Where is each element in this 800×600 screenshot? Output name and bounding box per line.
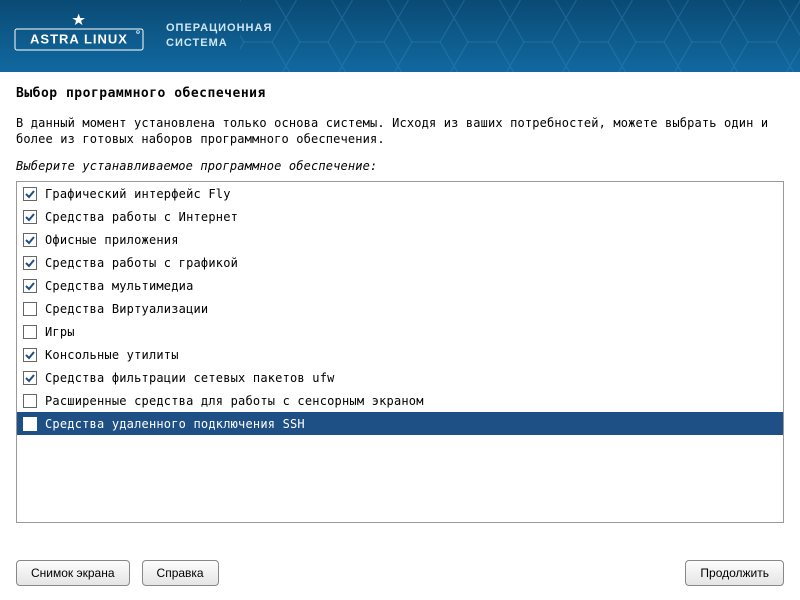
software-item-label: Графический интерфейс Fly [45,187,231,201]
checkbox-icon[interactable] [23,371,37,385]
software-item-label: Средства фильтрации сетевых пакетов ufw [45,371,335,385]
header-hex-pattern [240,0,800,72]
software-item[interactable]: Средства удаленного подключения SSH [17,412,783,435]
checkbox-icon[interactable] [23,187,37,201]
software-item[interactable]: Средства фильтрации сетевых пакетов ufw [17,366,783,389]
software-item-label: Средства работы с Интернет [45,210,238,224]
software-item[interactable]: Консольные утилиты [17,343,783,366]
software-item[interactable]: Расширенные средства для работы с сенсор… [17,389,783,412]
selection-prompt: Выберите устанавливаемое программное обе… [16,159,784,173]
software-item-label: Средства удаленного подключения SSH [45,417,305,431]
software-item-label: Средства работы с графикой [45,256,238,270]
page-title: Выбор программного обеспечения [16,86,784,101]
header-subtitle-line2: СИСТЕМА [166,36,272,51]
software-item[interactable]: Средства Виртуализации [17,297,783,320]
software-item-label: Средства Виртуализации [45,302,208,316]
software-item-label: Игры [45,325,75,339]
main-content: Выбор программного обеспечения В данный … [0,72,800,523]
header-subtitle: ОПЕРАЦИОННАЯ СИСТЕМА [166,21,272,51]
page-description: В данный момент установлена только основ… [16,115,784,147]
software-item[interactable]: Игры [17,320,783,343]
header-subtitle-line1: ОПЕРАЦИОННАЯ [166,21,272,36]
software-item-label: Расширенные средства для работы с сенсор… [45,394,424,408]
software-item[interactable]: Средства работы с графикой [17,251,783,274]
checkbox-icon[interactable] [23,210,37,224]
screenshot-button[interactable]: Снимок экрана [16,560,130,586]
checkbox-icon[interactable] [23,417,37,431]
svg-text:ASTRA LINUX: ASTRA LINUX [30,32,128,47]
software-list[interactable]: Графический интерфейс Fly Средства работы… [16,181,784,523]
checkbox-icon[interactable] [23,233,37,247]
checkbox-icon[interactable] [23,394,37,408]
checkbox-icon[interactable] [23,256,37,270]
software-item[interactable]: Средства мультимедиа [17,274,783,297]
software-item[interactable]: Графический интерфейс Fly [17,182,783,205]
footer-toolbar: Снимок экрана Справка Продолжить [16,560,784,586]
help-button[interactable]: Справка [142,560,219,586]
checkbox-icon[interactable] [23,325,37,339]
software-item-label: Средства мультимедиа [45,279,194,293]
software-item-label: Офисные приложения [45,233,179,247]
checkbox-icon[interactable] [23,302,37,316]
checkbox-icon[interactable] [23,279,37,293]
checkbox-icon[interactable] [23,348,37,362]
installer-header: ASTRA LINUX R ОПЕРАЦИОННАЯ СИСТЕМА [0,0,800,72]
software-item-label: Консольные утилиты [45,348,179,362]
continue-button[interactable]: Продолжить [685,560,784,586]
software-item[interactable]: Средства работы с Интернет [17,205,783,228]
software-item[interactable]: Офисные приложения [17,228,783,251]
astra-linux-logo: ASTRA LINUX R [14,14,144,58]
